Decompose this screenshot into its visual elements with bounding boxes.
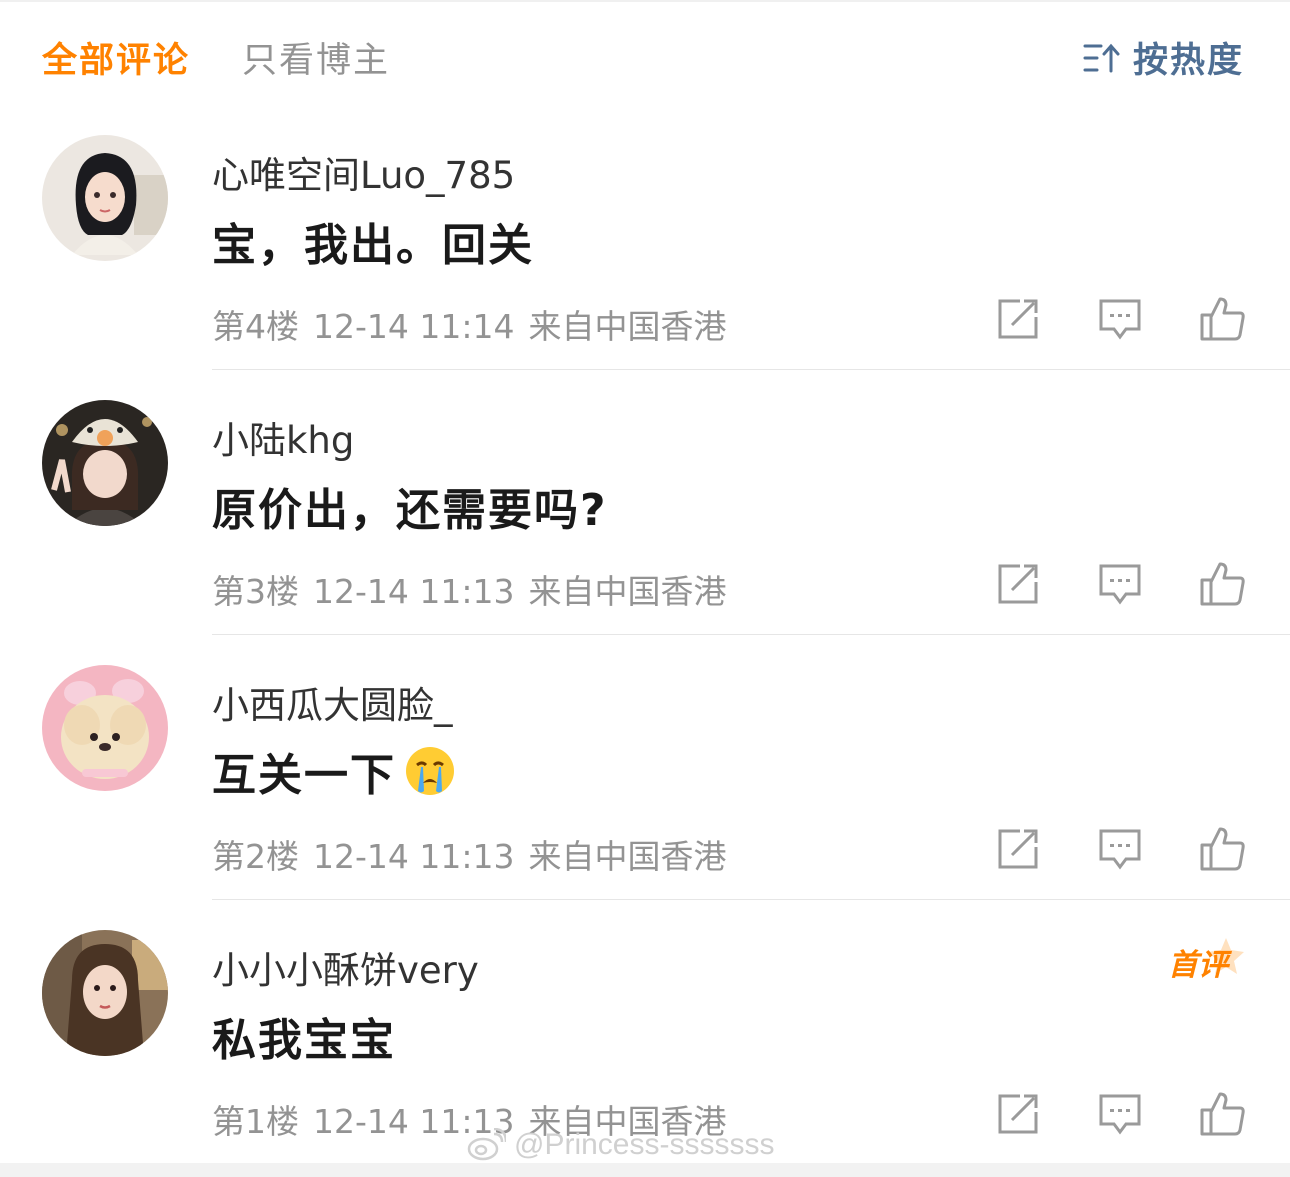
comment-tabs: 全部评论 只看博主 按热度 <box>0 0 1290 110</box>
username[interactable]: 小小小酥饼very <box>212 940 479 994</box>
comment-item: 小西瓜大圆脸_ 互关一下 第2楼 12-14 11:13 来自中国香港 <box>0 635 1290 900</box>
comment-time: 12-14 11:14 <box>313 307 515 346</box>
weibo-logo-icon <box>467 1128 506 1161</box>
comment-text-content: 互关一下 <box>212 750 396 801</box>
comment-item: 心唯空间Luo_785 宝，我出。回关 第4楼 12-14 11:14 来自中国香港 <box>0 105 1290 370</box>
comment-time: 12-14 11:13 <box>313 572 515 611</box>
comment-text-content: 原价出，还需要吗? <box>212 485 608 536</box>
comment-location: 来自中国香港 <box>528 572 727 611</box>
comment-icon[interactable] <box>1096 825 1144 873</box>
comment-time: 12-14 11:13 <box>313 837 515 876</box>
comment-icon[interactable] <box>1096 560 1144 608</box>
crying-face-emoji-icon <box>406 747 454 795</box>
sort-label: 按热度 <box>1132 41 1244 81</box>
sort-icon <box>1083 43 1120 72</box>
comment-location: 来自中国香港 <box>528 837 727 876</box>
floor-number: 第3楼 <box>212 572 299 611</box>
comment-actions <box>940 560 1246 608</box>
sort-by-hot-button[interactable]: 按热度 <box>1083 32 1244 83</box>
thumbs-up-icon[interactable] <box>1198 1090 1246 1138</box>
avatar[interactable] <box>42 400 168 526</box>
first-comment-badge: 首评 <box>1168 936 1246 984</box>
thumbs-up-icon[interactable] <box>1198 560 1246 608</box>
comment-text: 互关一下 <box>212 739 456 803</box>
first-comment-badge-label: 首评 <box>1168 948 1228 983</box>
username[interactable]: 心唯空间Luo_785 <box>212 145 515 199</box>
comment-item: 小小小酥饼very 首评 私我宝宝 第1楼 12-14 11:13 来自中国香港 <box>0 900 1290 1165</box>
avatar[interactable] <box>42 930 168 1056</box>
comment-meta: 第3楼 12-14 11:13 来自中国香港 <box>212 565 740 613</box>
comment-icon[interactable] <box>1096 1090 1144 1138</box>
floor-number: 第2楼 <box>212 837 299 876</box>
tab-blogger-only[interactable]: 只看博主 <box>242 32 390 83</box>
comment-meta: 第2楼 12-14 11:13 来自中国香港 <box>212 830 740 878</box>
comment-location: 来自中国香港 <box>528 307 727 346</box>
comment-text: 宝，我出。回关 <box>212 209 534 273</box>
comment-actions <box>940 825 1246 873</box>
floor-number: 第4楼 <box>212 307 299 346</box>
watermark: @Princess-sssssss <box>466 1128 774 1162</box>
repost-icon[interactable] <box>994 295 1042 343</box>
comment-text-content: 私我宝宝 <box>212 1015 396 1066</box>
watermark-text: @Princess-sssssss <box>514 1128 775 1161</box>
username[interactable]: 小西瓜大圆脸_ <box>212 675 453 729</box>
thumbs-up-icon[interactable] <box>1198 295 1246 343</box>
username[interactable]: 小陆khg <box>212 410 354 464</box>
comment-actions <box>940 295 1246 343</box>
avatar[interactable] <box>42 135 168 261</box>
comment-item: 小陆khg 原价出，还需要吗? 第3楼 12-14 11:13 来自中国香港 <box>0 370 1290 635</box>
floor-number: 第1楼 <box>212 1102 299 1141</box>
repost-icon[interactable] <box>994 560 1042 608</box>
repost-icon[interactable] <box>994 825 1042 873</box>
comment-text: 原价出，还需要吗? <box>212 474 608 538</box>
avatar[interactable] <box>42 665 168 791</box>
comment-text-content: 宝，我出。回关 <box>212 220 534 271</box>
comment-meta: 第4楼 12-14 11:14 来自中国香港 <box>212 300 740 348</box>
thumbs-up-icon[interactable] <box>1198 825 1246 873</box>
comment-text: 私我宝宝 <box>212 1004 396 1068</box>
comment-actions <box>940 1090 1246 1138</box>
tab-all-comments[interactable]: 全部评论 <box>42 32 190 83</box>
bottom-band <box>0 1163 1290 1177</box>
repost-icon[interactable] <box>994 1090 1042 1138</box>
comment-icon[interactable] <box>1096 295 1144 343</box>
